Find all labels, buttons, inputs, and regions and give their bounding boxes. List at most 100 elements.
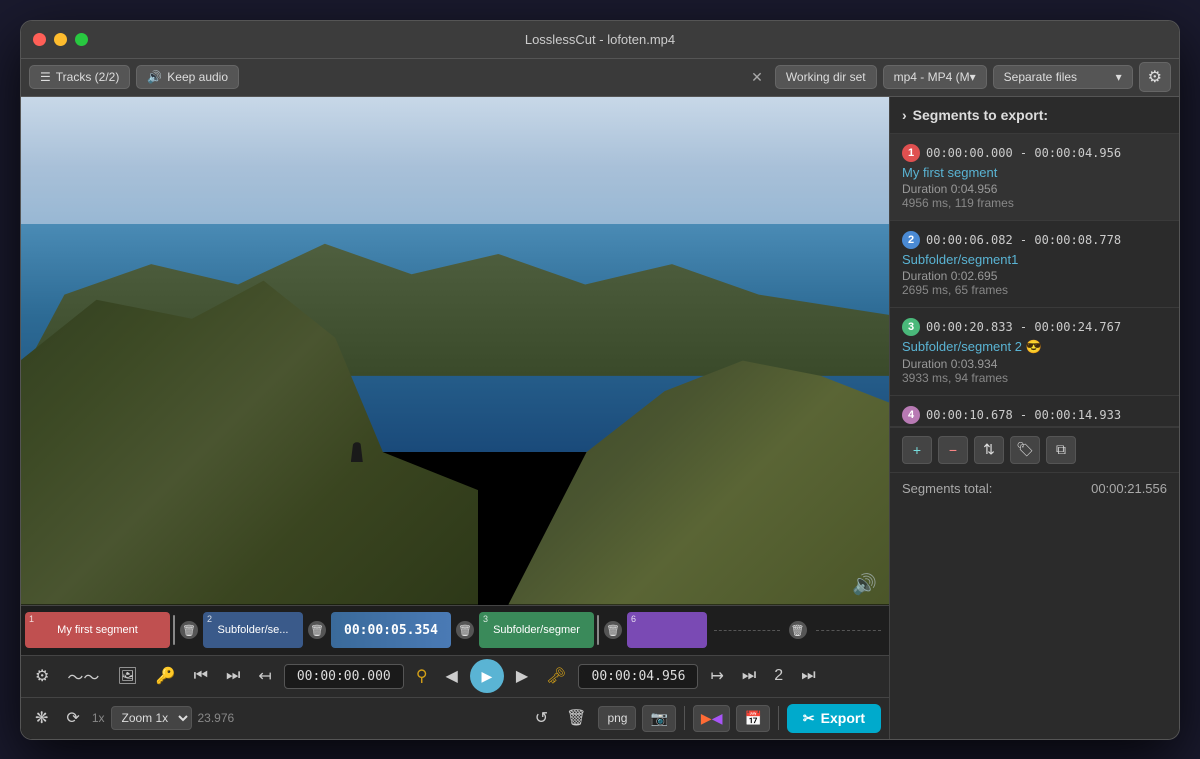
settings-ctrl-btn[interactable]: ⚙	[29, 662, 55, 690]
play-button[interactable]: ▶	[470, 659, 504, 693]
seg-name-1[interactable]: My first segment	[902, 165, 1167, 180]
calendar-icon: 📅	[744, 710, 761, 727]
video-frame[interactable]: 🔊	[21, 97, 889, 605]
set-end-icon: ↦	[710, 666, 723, 686]
key-btn[interactable]: 🔑	[150, 662, 182, 690]
next-btn[interactable]: ▶	[510, 662, 534, 690]
adjust-icon: ⇅	[983, 441, 995, 458]
keep-audio-button[interactable]: 🔊 Keep audio	[136, 65, 239, 89]
waveform-icon: 〜〜	[67, 664, 99, 688]
png-button[interactable]: png	[598, 706, 636, 730]
set-start-icon: ↤	[258, 666, 271, 686]
loop-toggle-btn[interactable]: ⟳	[60, 704, 85, 732]
ts-delete-1[interactable]: 🗑	[180, 621, 198, 639]
calendar-btn[interactable]: 📅	[736, 705, 769, 732]
set-start-btn[interactable]: ↤	[252, 662, 277, 690]
chevron-down-icon: ▾	[1116, 70, 1122, 84]
playhead-segment[interactable]: 00:00:05.354	[331, 612, 451, 648]
segment-item-1[interactable]: 1 00:00:00.000 - 00:00:04.956 My first s…	[890, 134, 1179, 221]
segments-total-time: 00:00:21.556	[1091, 481, 1167, 496]
segment-alt-icon: ◀	[712, 710, 723, 727]
set-in-btn[interactable]: ⚲	[410, 662, 434, 690]
audio-icon: 🔊	[147, 70, 162, 84]
seg-row-3: 3 00:00:20.833 - 00:00:24.767	[902, 318, 1167, 336]
working-dir-button[interactable]: Working dir set	[775, 65, 877, 89]
key-icon: 🔑	[156, 666, 176, 686]
ts-delete-3[interactable]: 🗑	[604, 621, 622, 639]
tag-segment-btn[interactable]: 🏷	[1010, 436, 1040, 464]
set-end-btn[interactable]: ↦	[704, 662, 729, 690]
ts-handle-1[interactable]	[173, 615, 175, 645]
clear-working-dir-button[interactable]: ✕	[745, 67, 769, 88]
ts-delete-playhead[interactable]: 🗑	[456, 621, 474, 639]
timeline-segment-3[interactable]: 3 Subfolder/segmer	[479, 612, 594, 648]
trash-btn[interactable]: 🗑	[560, 704, 592, 732]
seg-details-1: 4956 ms, 119 frames	[902, 196, 1167, 210]
export-button[interactable]: ✂ Export	[787, 704, 881, 733]
seg-name-2[interactable]: Subfolder/segment1	[902, 252, 1167, 267]
seg-duration-3: Duration 0:03.934	[902, 357, 1167, 371]
ts-number-6: 6	[631, 614, 636, 624]
play-icon: ▶	[481, 668, 492, 685]
camera-btn[interactable]: 📷	[642, 705, 675, 732]
end-time-display[interactable]: 00:00:04.956	[578, 664, 698, 689]
loop-restore-btn[interactable]: ↺	[529, 704, 554, 732]
adjust-segment-btn[interactable]: ⇅	[974, 436, 1004, 464]
app-window: LosslessCut - lofoten.mp4 ☰ Tracks (2/2)…	[20, 20, 1180, 740]
segment-colors-btn[interactable]: ▶ ◀	[693, 705, 731, 732]
loop-btn[interactable]: 2	[768, 663, 789, 689]
seg-number-2: 2	[902, 231, 920, 249]
zoom-select[interactable]: Zoom 1x	[111, 706, 192, 730]
segments-total-label: Segments total:	[902, 481, 992, 496]
export-label: Export	[821, 710, 865, 726]
segment-item-2[interactable]: 2 00:00:06.082 - 00:00:08.778 Subfolder/…	[890, 221, 1179, 308]
set-in-icon: ⚲	[416, 666, 428, 686]
seg-details-3: 3933 ms, 94 frames	[902, 371, 1167, 385]
next-frame-btn[interactable]: ⏭	[736, 663, 762, 689]
key-out-icon: 🗝	[546, 666, 566, 686]
ts-delete-6[interactable]: 🗑	[789, 621, 807, 639]
trash-icon: 🗑	[566, 708, 586, 728]
current-time-display[interactable]: 00:00:00.000	[284, 664, 404, 689]
settings-button[interactable]: ⚙	[1139, 62, 1171, 92]
controls-area: ⚙ 〜〜 🖼 🔑 ⏮ ⏭ ↤	[21, 655, 889, 697]
speed-label: 1x	[92, 711, 105, 725]
timeline-segment-1[interactable]: 1 My first segment	[25, 612, 170, 648]
timeline-segment-6[interactable]: 6	[627, 612, 707, 648]
ts-number-3: 3	[483, 614, 488, 624]
seg-number-3: 3	[902, 318, 920, 336]
playhead-time: 00:00:05.354	[344, 623, 438, 638]
waveform-btn[interactable]: 〜〜	[61, 660, 105, 692]
tracks-button[interactable]: ☰ Tracks (2/2)	[29, 65, 130, 89]
ts-handle-3[interactable]	[597, 615, 599, 645]
window-title: LosslessCut - lofoten.mp4	[525, 32, 675, 47]
screenshot-btn[interactable]: 🖼	[111, 662, 143, 690]
skip-start-btn[interactable]: ⏮	[188, 663, 214, 689]
remove-segment-btn[interactable]: −	[938, 436, 968, 464]
keep-audio-label: Keep audio	[167, 70, 228, 84]
prev-frame-btn[interactable]: ⏭	[220, 663, 246, 689]
ts-delete-2[interactable]: 🗑	[308, 621, 326, 639]
minimize-button[interactable]	[54, 33, 67, 46]
seg-time-2: 00:00:06.082 - 00:00:08.778	[926, 233, 1121, 247]
timeline-segment-2[interactable]: 2 Subfolder/se...	[203, 612, 303, 648]
prev-btn[interactable]: ◀	[440, 662, 464, 690]
split-segment-btn[interactable]: ⧉	[1046, 436, 1076, 464]
add-segment-btn[interactable]: +	[902, 436, 932, 464]
segment-item-4[interactable]: 4 00:00:10.678 - 00:00:14.933	[890, 396, 1179, 427]
tag-icon: 🏷	[1016, 441, 1034, 458]
bb-divider-1	[684, 706, 685, 730]
random-btn[interactable]: ❋	[29, 704, 54, 732]
key-out-btn[interactable]: 🗝	[540, 662, 572, 690]
skip-end-btn[interactable]: ⏭	[795, 663, 821, 689]
segments-total: Segments total: 00:00:21.556	[890, 472, 1179, 504]
output-mode-button[interactable]: Separate files ▾	[993, 65, 1133, 89]
maximize-button[interactable]	[75, 33, 88, 46]
segment-item-3[interactable]: 3 00:00:20.833 - 00:00:24.767 Subfolder/…	[890, 308, 1179, 396]
close-button[interactable]	[33, 33, 46, 46]
split-icon: ⧉	[1056, 441, 1066, 458]
dash-line-end	[816, 630, 882, 631]
format-button[interactable]: mp4 - MP4 (M▾	[883, 65, 987, 89]
seg-name-3[interactable]: Subfolder/segment 2 😎	[902, 339, 1167, 355]
ts-label-3: Subfolder/segmer	[493, 624, 580, 636]
